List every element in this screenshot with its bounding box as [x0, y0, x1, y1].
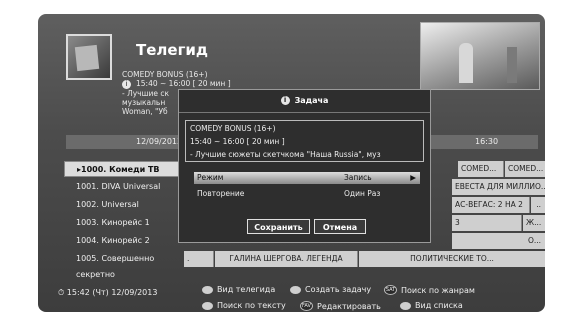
mode-label: Режим — [197, 173, 224, 182]
channel-label[interactable]: ▸1000. Комеди ТВ — [64, 161, 182, 177]
dialog-program-desc: - Лучшие сюжеты скетчкома "Наша Russia",… — [190, 150, 381, 159]
legend-label: Вид списка — [415, 301, 463, 310]
program-cell[interactable]: Ж... — [523, 215, 545, 231]
legend-item: Вид телегида — [202, 285, 275, 294]
legend-item: Создать задачу — [290, 285, 371, 294]
color-key-icon — [202, 301, 213, 310]
legend-item: FAV Редактировать — [300, 301, 381, 311]
legend-item: Поиск по тексту — [202, 301, 286, 310]
program-cell[interactable]: 3 — [452, 215, 522, 231]
legend-item: SAT Поиск по жанрам — [384, 285, 475, 295]
dialog-program-info: COMEDY BONUS (16+) 15:40 ~ 16:00 [ 20 ми… — [185, 120, 424, 162]
legend-label: Поиск по жанрам — [401, 285, 475, 295]
preview-figure — [507, 47, 517, 83]
program-cell[interactable]: О... — [452, 233, 545, 249]
program-cell[interactable]: ПОЛИТИЧЕСКИЕ ТО... — [359, 251, 545, 267]
channel-label[interactable]: 1003. Кинорейс 1 — [64, 215, 182, 231]
footer-clock: ⏱ 15:42 (Чт) 12/09/2013 — [58, 288, 157, 298]
video-preview — [420, 22, 540, 90]
preview-figure — [459, 43, 473, 83]
mode-option[interactable]: Режим Запись ▶ — [194, 172, 420, 184]
repeat-value: Один Раз — [344, 189, 381, 198]
dialog-title-text: Задача — [294, 96, 329, 105]
save-button[interactable]: Сохранить — [247, 219, 310, 234]
program-name: COMEDY BONUS (16+) — [122, 70, 208, 79]
color-key-icon — [202, 285, 213, 294]
clock-text: 15:42 (Чт) 12/09/2013 — [66, 288, 158, 297]
program-cell[interactable]: COMED... — [458, 161, 504, 177]
clock-icon: ⏱ — [58, 288, 65, 297]
repeat-option[interactable]: Повторение Один Раз — [194, 188, 420, 200]
dialog-title: i Задача — [179, 90, 430, 113]
program-cell[interactable]: ЕВЕСТА ДЛЯ МИЛЛИО... — [452, 179, 545, 195]
channel-label[interactable]: 1001. DIVA Universal — [64, 179, 182, 195]
color-key-icon — [400, 301, 411, 310]
program-time: 15:40 ~ 16:00 [ 20 мин ] — [136, 79, 231, 88]
channel-label[interactable]: 1004. Кинорейс 2 — [64, 233, 182, 249]
legend-item: Вид списка — [400, 301, 463, 310]
program-cell[interactable]: АС-ВЕГАС: 2 НА 2 — [452, 197, 530, 213]
mode-value: Запись — [344, 173, 372, 182]
program-time-line: i 15:40 ~ 16:00 [ 20 мин ] — [122, 79, 302, 89]
program-cell[interactable]: .. — [531, 197, 545, 213]
info-icon: i — [280, 96, 290, 105]
program-cell[interactable]: . — [184, 251, 214, 267]
channel-label[interactable]: 1002. Universal — [64, 197, 182, 213]
cancel-button[interactable]: Отмена — [314, 219, 366, 234]
program-cell[interactable]: COMED... — [505, 161, 545, 177]
dialog-program-name: COMEDY BONUS (16+) — [190, 124, 276, 133]
legend-label: Поиск по тексту — [217, 301, 286, 310]
legend-label: Редактировать — [317, 301, 381, 311]
task-dialog: i Задача COMEDY BONUS (16+) 15:40 ~ 16:00… — [178, 89, 431, 243]
fav-key-icon: FAV — [300, 301, 313, 311]
timeline-time: 16:30 — [475, 137, 499, 146]
program-cell[interactable]: ГАЛИНА ШЕРГОВА. ЛЕГЕНДА — [215, 251, 358, 267]
page-title: Телегид — [136, 41, 209, 59]
dialog-program-time: 15:40 ~ 16:00 [ 20 мин ] — [190, 137, 285, 146]
arrow-right-icon[interactable]: ▶ — [410, 172, 416, 184]
legend-label: Вид телегида — [217, 285, 276, 294]
repeat-label: Повторение — [197, 189, 245, 198]
legend-label: Создать задачу — [305, 285, 372, 294]
sat-key-icon: SAT — [384, 285, 397, 295]
color-key-icon — [290, 285, 301, 294]
info-icon: i — [122, 79, 131, 89]
channel-label[interactable]: 1005. Совершенно секретно — [64, 251, 182, 279]
timeline-date: 12/09/2013 — [136, 137, 183, 146]
channel-row[interactable]: 1005. Совершенно секретно . ГАЛИНА ШЕРГО… — [64, 251, 545, 279]
program-thumbnail — [66, 34, 112, 80]
